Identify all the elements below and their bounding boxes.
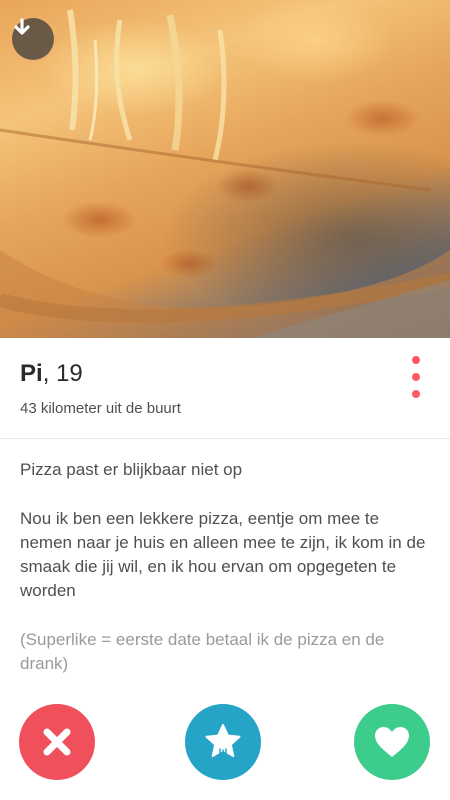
bio-footnote: (Superlike = eerste date betaal ik de pi…: [20, 630, 385, 673]
superlike-button[interactable]: [185, 704, 261, 780]
cheese-string: [114, 19, 133, 141]
more-vertical-icon: [412, 373, 420, 381]
profile-photo[interactable]: [0, 0, 450, 338]
like-button[interactable]: [354, 704, 430, 780]
download-button[interactable]: [12, 18, 54, 60]
profile-header: Pi, 19 43 kilometer uit de buurt: [0, 338, 450, 439]
name-age: Pi, 19: [20, 360, 83, 388]
cheese-string: [88, 39, 99, 141]
bio-paragraph: Nou ik ben een lekkere pizza, eentje om …: [20, 509, 426, 600]
heart-icon: [375, 727, 409, 757]
more-options-button[interactable]: [406, 356, 426, 398]
profile-bio: Pizza past er blijkbaar niet op Nou ik b…: [20, 458, 432, 701]
pizza-photo-illustration: [0, 9, 450, 338]
star-icon: [205, 724, 241, 761]
close-icon: [43, 728, 71, 756]
nope-button[interactable]: [19, 704, 95, 780]
download-icon: [14, 18, 30, 35]
more-vertical-icon: [412, 390, 420, 398]
cheese-string: [166, 14, 183, 151]
cheese-string: [67, 9, 79, 131]
distance-text: 43 kilometer uit de buurt: [20, 400, 181, 417]
slice-cut: [0, 128, 431, 192]
bio-paragraph: Pizza past er blijkbaar niet op: [20, 460, 243, 479]
profile-name: Pi: [20, 360, 43, 387]
cheese-string: [212, 29, 227, 161]
profile-age: , 19: [42, 360, 83, 387]
more-vertical-icon: [412, 356, 420, 364]
